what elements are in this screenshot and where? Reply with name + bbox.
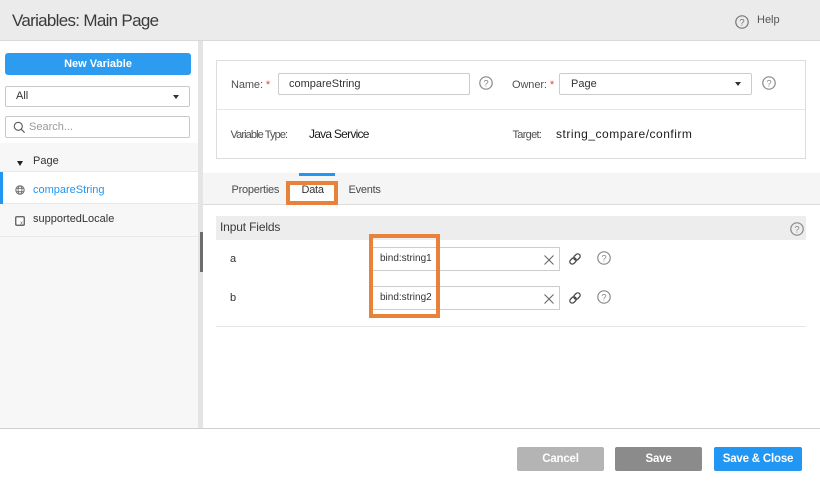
svg-text:?: ? xyxy=(601,253,606,264)
svg-text:?: ? xyxy=(739,17,744,28)
svg-text:?: ? xyxy=(766,78,771,89)
svg-text:?: ? xyxy=(601,292,606,303)
svg-text:?: ? xyxy=(794,224,799,235)
svg-text:x: x xyxy=(20,220,23,226)
svg-text:?: ? xyxy=(483,78,488,89)
